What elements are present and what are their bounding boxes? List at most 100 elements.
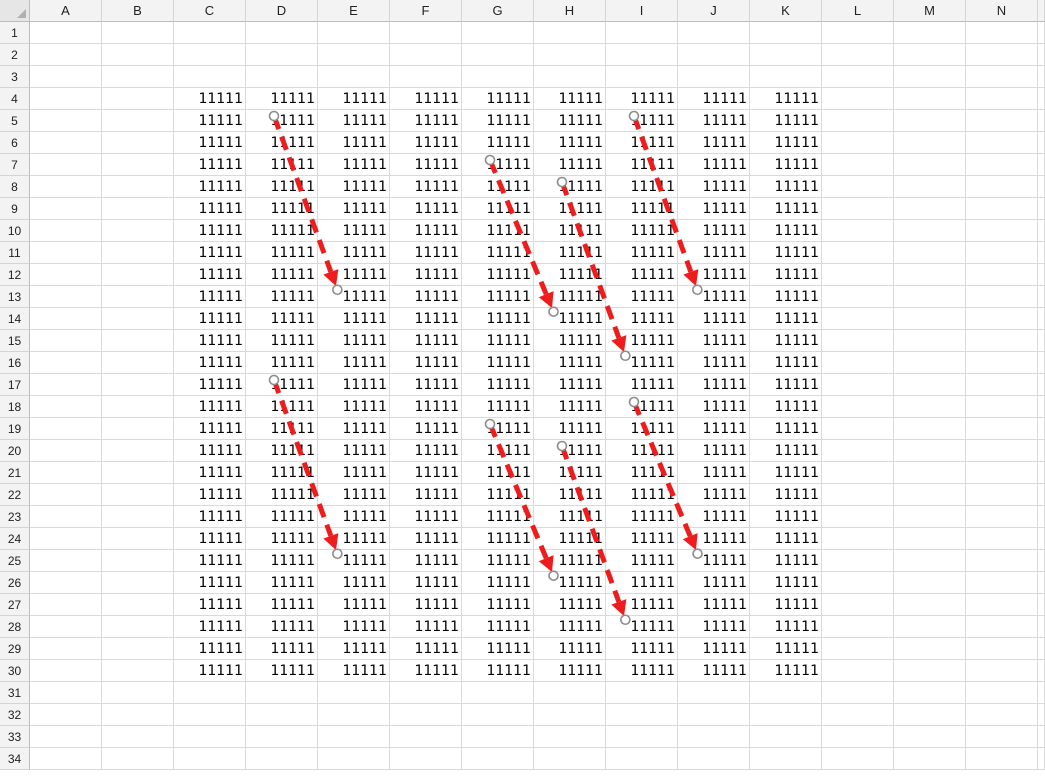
cell-a33[interactable] [30,726,102,748]
cell-h34[interactable] [534,748,606,770]
cell-e34[interactable] [318,748,390,770]
row-header-3[interactable]: 3 [0,66,30,88]
cell-l32[interactable] [822,704,894,726]
cell-m2[interactable] [894,44,966,66]
cell-d33[interactable] [246,726,318,748]
cell-j3[interactable] [678,66,750,88]
cell-b18[interactable] [102,396,174,418]
column-header-j[interactable]: J [678,0,750,22]
cell-l19[interactable] [822,418,894,440]
cell-l27[interactable] [822,594,894,616]
cell-m12[interactable] [894,264,966,286]
row-header-26[interactable]: 26 [0,572,30,594]
cell-l17[interactable] [822,374,894,396]
cell-a18[interactable] [30,396,102,418]
cell-n19[interactable] [966,418,1038,440]
cell-j34[interactable] [678,748,750,770]
cell-a24[interactable] [30,528,102,550]
cell-a1[interactable] [30,22,102,44]
cell-m17[interactable] [894,374,966,396]
cell-c2[interactable] [174,44,246,66]
cell-k34[interactable] [750,748,822,770]
cell-n34[interactable] [966,748,1038,770]
cell-n17[interactable] [966,374,1038,396]
row-header-14[interactable]: 14 [0,308,30,330]
cell-a34[interactable] [30,748,102,770]
row-header-28[interactable]: 28 [0,616,30,638]
cell-b13[interactable] [102,286,174,308]
row-header-18[interactable]: 18 [0,396,30,418]
row-header-23[interactable]: 23 [0,506,30,528]
cell-l33[interactable] [822,726,894,748]
column-header-n[interactable]: N [966,0,1038,22]
cell-a10[interactable] [30,220,102,242]
cell-l14[interactable] [822,308,894,330]
cell-c34[interactable] [174,748,246,770]
cell-l6[interactable] [822,132,894,154]
cell-b27[interactable] [102,594,174,616]
cell-l2[interactable] [822,44,894,66]
cell-a20[interactable] [30,440,102,462]
cell-m16[interactable] [894,352,966,374]
row-header-6[interactable]: 6 [0,132,30,154]
cell-m30[interactable] [894,660,966,682]
cell-b8[interactable] [102,176,174,198]
cell-m27[interactable] [894,594,966,616]
row-header-27[interactable]: 27 [0,594,30,616]
cell-n6[interactable] [966,132,1038,154]
cell-a11[interactable] [30,242,102,264]
cell-a2[interactable] [30,44,102,66]
cell-b15[interactable] [102,330,174,352]
cell-a23[interactable] [30,506,102,528]
column-header-e[interactable]: E [318,0,390,22]
row-header-5[interactable]: 5 [0,110,30,132]
cell-c1[interactable] [174,22,246,44]
cell-k3[interactable] [750,66,822,88]
cell-l9[interactable] [822,198,894,220]
cell-m10[interactable] [894,220,966,242]
cell-l18[interactable] [822,396,894,418]
cell-a17[interactable] [30,374,102,396]
row-header-31[interactable]: 31 [0,682,30,704]
cell-e1[interactable] [318,22,390,44]
cell-n23[interactable] [966,506,1038,528]
cell-b31[interactable] [102,682,174,704]
cell-b5[interactable] [102,110,174,132]
cell-i3[interactable] [606,66,678,88]
cell-m9[interactable] [894,198,966,220]
cell-n13[interactable] [966,286,1038,308]
row-header-20[interactable]: 20 [0,440,30,462]
cell-a32[interactable] [30,704,102,726]
cell-d31[interactable] [246,682,318,704]
cell-f32[interactable] [390,704,462,726]
cell-b21[interactable] [102,462,174,484]
cell-n26[interactable] [966,572,1038,594]
row-header-10[interactable]: 10 [0,220,30,242]
cell-l34[interactable] [822,748,894,770]
cell-a12[interactable] [30,264,102,286]
cell-b22[interactable] [102,484,174,506]
cell-n28[interactable] [966,616,1038,638]
cell-j31[interactable] [678,682,750,704]
row-header-33[interactable]: 33 [0,726,30,748]
cell-m1[interactable] [894,22,966,44]
cell-m3[interactable] [894,66,966,88]
row-header-19[interactable]: 19 [0,418,30,440]
cell-i32[interactable] [606,704,678,726]
cell-n33[interactable] [966,726,1038,748]
row-header-12[interactable]: 12 [0,264,30,286]
cell-e31[interactable] [318,682,390,704]
cell-b26[interactable] [102,572,174,594]
cell-d1[interactable] [246,22,318,44]
cell-k32[interactable] [750,704,822,726]
select-all-button[interactable] [0,0,30,22]
cell-l15[interactable] [822,330,894,352]
cell-a31[interactable] [30,682,102,704]
cell-b29[interactable] [102,638,174,660]
cell-n9[interactable] [966,198,1038,220]
cell-a9[interactable] [30,198,102,220]
cell-b25[interactable] [102,550,174,572]
cell-c32[interactable] [174,704,246,726]
cell-h32[interactable] [534,704,606,726]
cell-b17[interactable] [102,374,174,396]
